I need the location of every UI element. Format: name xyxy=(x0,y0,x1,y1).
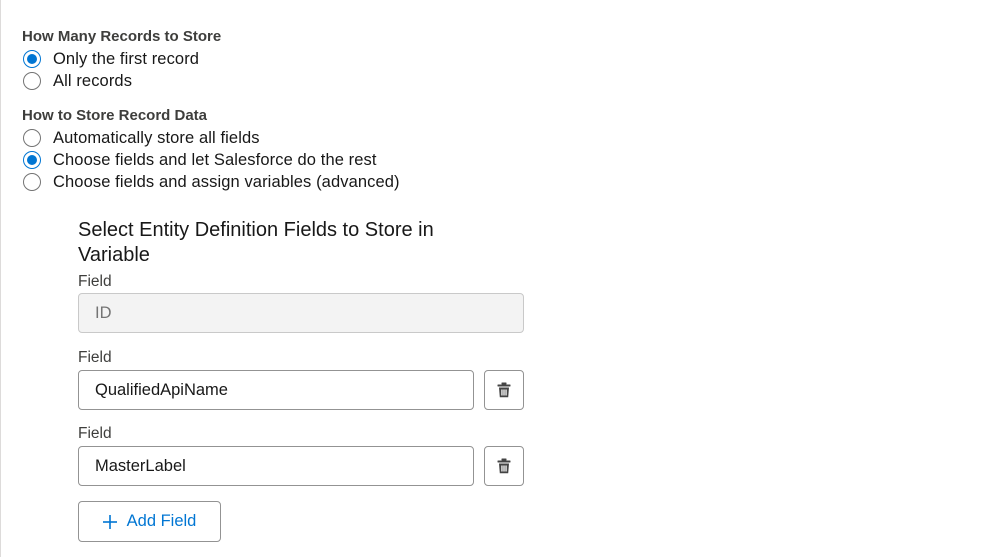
radio-unchecked-icon[interactable] xyxy=(23,173,41,191)
radio-checked-icon[interactable] xyxy=(23,151,41,169)
field-input-master-label[interactable] xyxy=(78,446,474,486)
field-label: Field xyxy=(78,425,112,442)
radio-unchecked-icon[interactable] xyxy=(23,72,41,90)
delete-field-button[interactable] xyxy=(484,446,524,486)
field-input-qualified-api-name[interactable] xyxy=(78,370,474,410)
field-label: Field xyxy=(78,273,112,290)
radio-label: Choose fields and let Salesforce do the … xyxy=(53,150,377,169)
entity-fields-title: Select Entity Definition Fields to Store… xyxy=(78,219,434,266)
trash-icon xyxy=(497,382,511,398)
plus-icon xyxy=(102,514,117,529)
storage-section-label: How to Store Record Data xyxy=(22,107,208,124)
record-storage-panel: How Many Records to Store Only the first… xyxy=(0,0,1000,557)
radio-all-records[interactable]: All records xyxy=(23,70,132,92)
field-input-id xyxy=(78,293,524,333)
radio-auto-store-all[interactable]: Automatically store all fields xyxy=(23,127,260,149)
delete-field-button[interactable] xyxy=(484,370,524,410)
radio-label: Only the first record xyxy=(53,49,200,68)
radio-checked-icon[interactable] xyxy=(23,50,41,68)
field-label: Field xyxy=(78,349,112,366)
records-section-label: How Many Records to Store xyxy=(22,28,222,45)
radio-only-first-record[interactable]: Only the first record xyxy=(23,48,199,70)
radio-unchecked-icon[interactable] xyxy=(23,129,41,147)
trash-icon xyxy=(497,458,511,474)
add-field-button[interactable]: Add Field xyxy=(78,501,221,542)
radio-label: Choose fields and assign variables (adva… xyxy=(53,172,400,191)
radio-choose-fields-salesforce[interactable]: Choose fields and let Salesforce do the … xyxy=(23,149,377,171)
add-field-label: Add Field xyxy=(126,512,197,530)
radio-choose-fields-variables[interactable]: Choose fields and assign variables (adva… xyxy=(23,171,400,193)
radio-label: Automatically store all fields xyxy=(53,128,260,147)
radio-label: All records xyxy=(53,71,133,90)
